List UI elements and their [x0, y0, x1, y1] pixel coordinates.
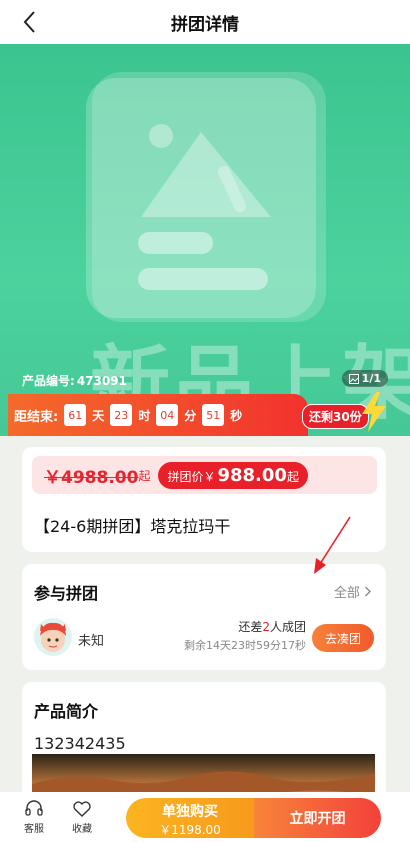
buy-alone-label: 单独购买 — [162, 804, 218, 820]
countdown-days-unit: 天 — [92, 408, 105, 423]
countdown-minutes-unit: 分 — [184, 408, 197, 423]
avatar — [34, 618, 72, 656]
product-image-carousel[interactable]: 新品上架 产品编号: 473091 1/1 距结束: 61 天 23 时 04 分 51… — [0, 44, 410, 436]
open-group-button[interactable]: 立即开团 — [254, 798, 381, 838]
image-placeholder-icon — [86, 72, 326, 322]
intro-section-title: 产品简介 — [34, 702, 99, 721]
lack-count: 2 — [262, 620, 270, 634]
buy-alone-price: ￥1198.00 — [159, 823, 221, 837]
top-bar: 拼团详情 — [0, 0, 410, 44]
page-title: 拼团详情 — [171, 14, 239, 35]
countdown-bar: 距结束: 61 天 23 时 04 分 51 秒 — [8, 394, 308, 436]
remaining-stock-badge: 还剩30份 — [302, 404, 369, 429]
favorite-label: 收藏 — [72, 824, 92, 835]
lack-suffix: 人成团 — [269, 620, 306, 634]
original-price-suffix: 起 — [138, 468, 151, 483]
view-all-link[interactable]: 全部 — [334, 582, 372, 601]
user-name: 未知 — [78, 634, 105, 649]
original-price: ￥4988.00 — [44, 467, 139, 488]
image-counter-text: 1/1 — [361, 372, 381, 385]
picture-icon — [348, 373, 359, 384]
group-price-amount: 988.00 — [217, 464, 287, 486]
group-price-badge: 拼团价￥ 988.00 起 — [158, 461, 308, 489]
service-label: 客服 — [24, 824, 44, 835]
countdown-label: 距结束: — [14, 409, 59, 425]
price-bar: ￥4988.00 起 拼团价￥ 988.00 起 — [32, 456, 377, 494]
headset-icon — [25, 800, 43, 816]
lightning-icon — [362, 392, 386, 432]
image-counter: 1/1 — [341, 370, 388, 387]
countdown-seconds: 51 — [202, 404, 225, 426]
service-button[interactable]: 客服 — [16, 800, 52, 835]
heart-icon — [73, 801, 91, 817]
countdown-minutes: 04 — [156, 404, 179, 426]
product-name: 【24-6期拼团】塔克拉玛干 — [34, 517, 231, 536]
group-price-suffix: 起 — [286, 469, 299, 484]
product-code-label: 产品编号: — [22, 374, 75, 388]
user-avatar-icon — [40, 622, 66, 652]
countdown-hours-unit: 时 — [138, 408, 151, 423]
price-card: ￥4988.00 起 拼团价￥ 988.00 起 【24-6期拼团】塔克拉玛干 — [22, 447, 386, 552]
back-arrow-icon[interactable] — [18, 9, 42, 35]
product-code-value: 473091 — [76, 374, 127, 388]
lack-prefix: 还差 — [238, 620, 263, 634]
time-left: 剩余14天23时59分17秒 — [184, 639, 306, 652]
favorite-button[interactable]: 收藏 — [64, 800, 100, 835]
buy-alone-button[interactable]: 单独购买 ￥1198.00 — [126, 798, 254, 838]
countdown-days: 61 — [64, 404, 87, 426]
intro-text: 132342435 — [34, 734, 126, 753]
group-price-label: 拼团价￥ — [167, 469, 216, 484]
product-code: 产品编号: 473091 — [20, 372, 127, 389]
view-all-label: 全部 — [333, 586, 360, 601]
countdown-hours: 23 — [110, 404, 133, 426]
bottom-action-bar: 客服 收藏 单独购买 ￥1198.00 立即开团 — [0, 792, 410, 842]
join-group-button[interactable]: 去凑团 — [312, 624, 374, 652]
join-group-card: 参与拼团 全部 未知 还差2人成团 剩余14天23时59分17秒 去凑团 — [22, 564, 386, 670]
chevron-right-icon — [365, 586, 371, 597]
countdown-seconds-unit: 秒 — [230, 408, 243, 423]
missing-members-text: 还差2人成团 — [238, 618, 306, 635]
join-section-title: 参与拼团 — [34, 584, 99, 603]
